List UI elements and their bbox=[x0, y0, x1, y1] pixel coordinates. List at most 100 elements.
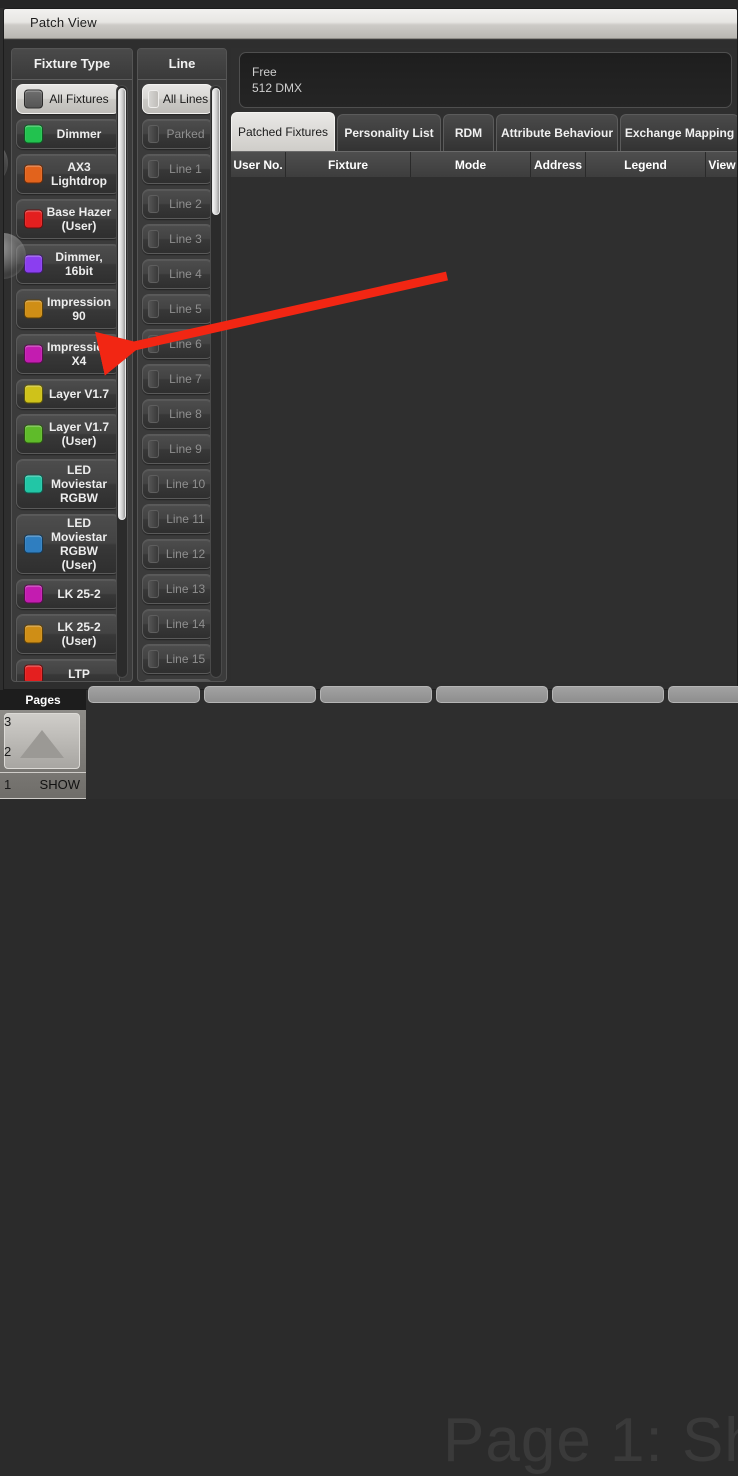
page-number-3[interactable]: 3 bbox=[4, 714, 11, 729]
fixture-type-item[interactable]: LTP bbox=[16, 659, 120, 681]
fixture-color-swatch-icon bbox=[24, 424, 43, 444]
toolbar-button[interactable] bbox=[668, 686, 738, 703]
line-panel: Line All Lines Parked Line 1 Line 2 Line 3 Li… bbox=[137, 48, 227, 682]
tab-patched-fixtures[interactable]: Patched Fixtures bbox=[231, 112, 335, 151]
tab-label: Exchange Mapping bbox=[624, 126, 735, 140]
tab-label: Patched Fixtures bbox=[237, 125, 329, 139]
bottom-bar: Pages 3 2 1 SHOW Page 1: Sh bbox=[0, 686, 738, 1475]
line-indicator-icon bbox=[148, 230, 159, 248]
fixture-type-item[interactable]: Layer V1.7 (User) bbox=[16, 414, 120, 454]
tab-label: Personality List bbox=[344, 126, 434, 140]
line-label: Line 3 bbox=[169, 232, 202, 246]
tab-exchange-mapping[interactable]: Exchange Mapping bbox=[620, 114, 737, 151]
tab-attribute-behaviour[interactable]: Attribute Behaviour bbox=[496, 114, 618, 151]
tab-personality-list[interactable]: Personality List bbox=[337, 114, 441, 151]
line-item[interactable]: Line 15 bbox=[142, 644, 213, 674]
line-scrollbar[interactable] bbox=[210, 85, 222, 678]
fixture-type-item[interactable]: LED Moviestar RGBW bbox=[16, 459, 120, 509]
line-item[interactable]: Line 8 bbox=[142, 399, 213, 429]
fixture-type-label: LK 25-2 (User) bbox=[57, 620, 101, 648]
fixture-type-item[interactable]: LK 25-2 (User) bbox=[16, 614, 120, 654]
page-label-show[interactable]: SHOW bbox=[40, 777, 80, 792]
fixture-type-item[interactable]: Layer V1.7 bbox=[16, 379, 120, 409]
line-item[interactable]: Line 5 bbox=[142, 294, 213, 324]
toolbar-button[interactable] bbox=[552, 686, 664, 703]
line-item[interactable]: Parked bbox=[142, 119, 213, 149]
line-indicator-icon bbox=[148, 405, 159, 423]
line-indicator-icon bbox=[148, 650, 159, 668]
fixture-type-list[interactable]: All Fixtures Dimmer AX3 Lightdrop Base Haze… bbox=[12, 80, 132, 681]
column-header-view[interactable]: View bbox=[706, 152, 737, 178]
column-header-fixture[interactable]: Fixture bbox=[286, 152, 411, 178]
line-label: Line 8 bbox=[169, 407, 202, 421]
line-item[interactable]: Line 14 bbox=[142, 609, 213, 639]
line-label: Parked bbox=[166, 127, 205, 141]
line-label: Line 7 bbox=[169, 372, 202, 386]
column-header-legend[interactable]: Legend bbox=[586, 152, 706, 178]
column-header-mode[interactable]: Mode bbox=[411, 152, 531, 178]
line-item[interactable]: Line 13 bbox=[142, 574, 213, 604]
fixture-type-label: AX3 Lightdrop bbox=[51, 160, 107, 188]
tab-rdm[interactable]: RDM bbox=[443, 114, 494, 151]
fixture-type-item[interactable]: AX3 Lightdrop bbox=[16, 154, 120, 194]
fixture-type-label: LTP bbox=[68, 667, 90, 681]
page-number-2[interactable]: 2 bbox=[4, 744, 11, 759]
line-item[interactable]: Line 9 bbox=[142, 434, 213, 464]
fixture-type-scrollbar-thumb[interactable] bbox=[118, 88, 126, 520]
line-indicator-icon bbox=[148, 265, 159, 283]
fixture-type-item[interactable]: Impression X4 bbox=[16, 334, 120, 374]
line-scrollbar-thumb[interactable] bbox=[212, 88, 220, 215]
fixture-type-item[interactable]: Base Hazer (User) bbox=[16, 199, 120, 239]
toolbar-button[interactable] bbox=[204, 686, 316, 703]
fixture-type-item[interactable]: Impression 90 bbox=[16, 289, 120, 329]
fixture-type-label: Base Hazer (User) bbox=[46, 205, 112, 233]
line-label: Line 12 bbox=[165, 547, 206, 561]
fixture-color-swatch-icon bbox=[24, 534, 43, 554]
toolbar-button[interactable] bbox=[320, 686, 432, 703]
pages-panel[interactable]: 3 2 1 SHOW bbox=[0, 710, 86, 799]
window-titlebar[interactable]: Patch View bbox=[4, 9, 737, 39]
line-label: Line 11 bbox=[166, 512, 205, 526]
toolbar-button[interactable] bbox=[88, 686, 200, 703]
pages-scroll-up-button[interactable] bbox=[4, 713, 80, 769]
line-label: Line 10 bbox=[165, 477, 206, 491]
line-item[interactable]: Line 11 bbox=[142, 504, 213, 534]
patched-fixtures-table-body[interactable] bbox=[231, 177, 737, 682]
column-header-address[interactable]: Address bbox=[531, 152, 586, 178]
fixture-type-item[interactable]: All Fixtures bbox=[16, 84, 120, 114]
page-number-1[interactable]: 1 bbox=[4, 777, 11, 792]
fixture-type-label: Dimmer bbox=[56, 127, 102, 141]
fixture-type-item[interactable]: Dimmer, 16bit bbox=[16, 244, 120, 284]
fixture-type-scrollbar[interactable] bbox=[116, 85, 128, 678]
column-header-user-no-[interactable]: User No. bbox=[231, 152, 286, 178]
line-label: Line 14 bbox=[165, 617, 206, 631]
line-item[interactable]: Line 10 bbox=[142, 469, 213, 499]
line-item[interactable]: Line 6 bbox=[142, 329, 213, 359]
line-item[interactable]: Line 4 bbox=[142, 259, 213, 289]
line-item[interactable]: Line 12 bbox=[142, 539, 213, 569]
line-item[interactable]: Line 1 bbox=[142, 154, 213, 184]
patch-tabs[interactable]: Patched Fixtures Personality List RDM Attri… bbox=[231, 112, 737, 151]
column-header-label: Fixture bbox=[327, 158, 368, 172]
line-label: Line 1 bbox=[169, 162, 202, 176]
fixture-type-item[interactable]: LED Moviestar RGBW (User) bbox=[16, 514, 120, 574]
line-header-label: Line bbox=[168, 56, 196, 71]
line-indicator-icon bbox=[148, 125, 159, 143]
fixture-type-label: Layer V1.7 (User) bbox=[48, 420, 110, 448]
line-item[interactable]: Line 7 bbox=[142, 364, 213, 394]
fixture-type-item[interactable]: Dimmer bbox=[16, 119, 120, 149]
line-label: Line 9 bbox=[169, 442, 202, 456]
tab-label: RDM bbox=[454, 126, 483, 140]
fixture-type-item[interactable]: LK 25-2 bbox=[16, 579, 120, 609]
fixture-type-panel: Fixture Type All Fixtures Dimmer AX3 Light… bbox=[11, 48, 133, 682]
line-item[interactable]: All Lines bbox=[142, 84, 213, 114]
fixture-type-label: LK 25-2 bbox=[57, 587, 101, 601]
fixture-type-header: Fixture Type bbox=[12, 49, 132, 80]
line-indicator-icon bbox=[148, 370, 159, 388]
line-item[interactable]: Line 3 bbox=[142, 224, 213, 254]
bottom-toolbar[interactable] bbox=[0, 686, 738, 706]
toolbar-button[interactable] bbox=[436, 686, 548, 703]
line-item[interactable]: Line 16 bbox=[142, 679, 213, 681]
line-indicator-icon bbox=[148, 90, 159, 108]
line-item[interactable]: Line 2 bbox=[142, 189, 213, 219]
